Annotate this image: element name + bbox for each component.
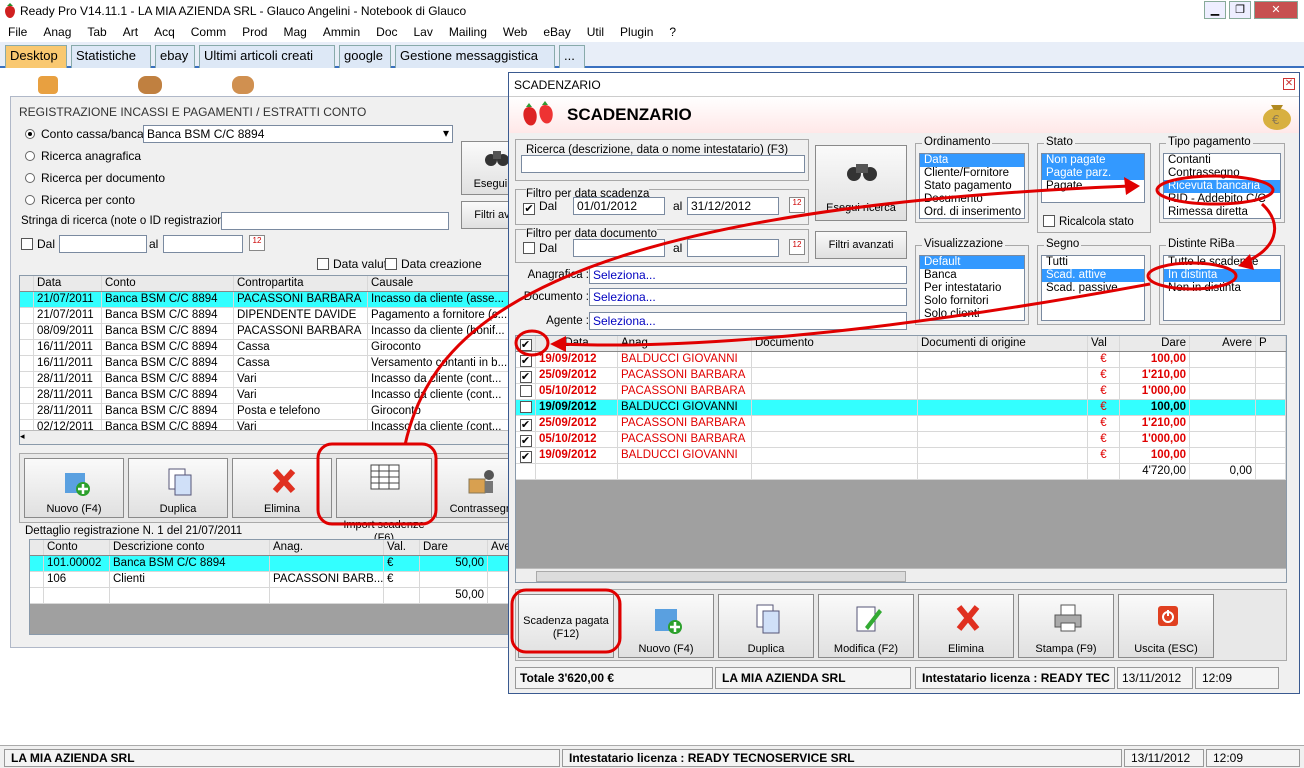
status-bar: LA MIA AZIENDA SRL Intestatario licenza … (0, 745, 1304, 768)
licenza-status: Intestatario licenza : READY TECNOSERVIC… (562, 749, 1122, 767)
highlight-import-scadenze (316, 442, 438, 526)
highlight-scadenza-pagata (510, 588, 622, 654)
date-status: 13/11/2012 (1124, 749, 1204, 767)
annotation-marks (316, 174, 1277, 654)
azienda-status: LA MIA AZIENDA SRL (4, 749, 560, 767)
annotation-overlay (316, 174, 1277, 654)
highlight-in-distinta (1146, 261, 1238, 291)
arrow-import-to-tipo (403, 184, 1131, 446)
time-status: 12:09 (1206, 749, 1300, 767)
highlight-select-all (514, 329, 550, 357)
arrow-distinte-to-checkbox (559, 282, 1151, 347)
highlight-ricevuta-bancaria (1155, 174, 1275, 206)
arrow-tipo-to-distinte (1244, 202, 1277, 264)
